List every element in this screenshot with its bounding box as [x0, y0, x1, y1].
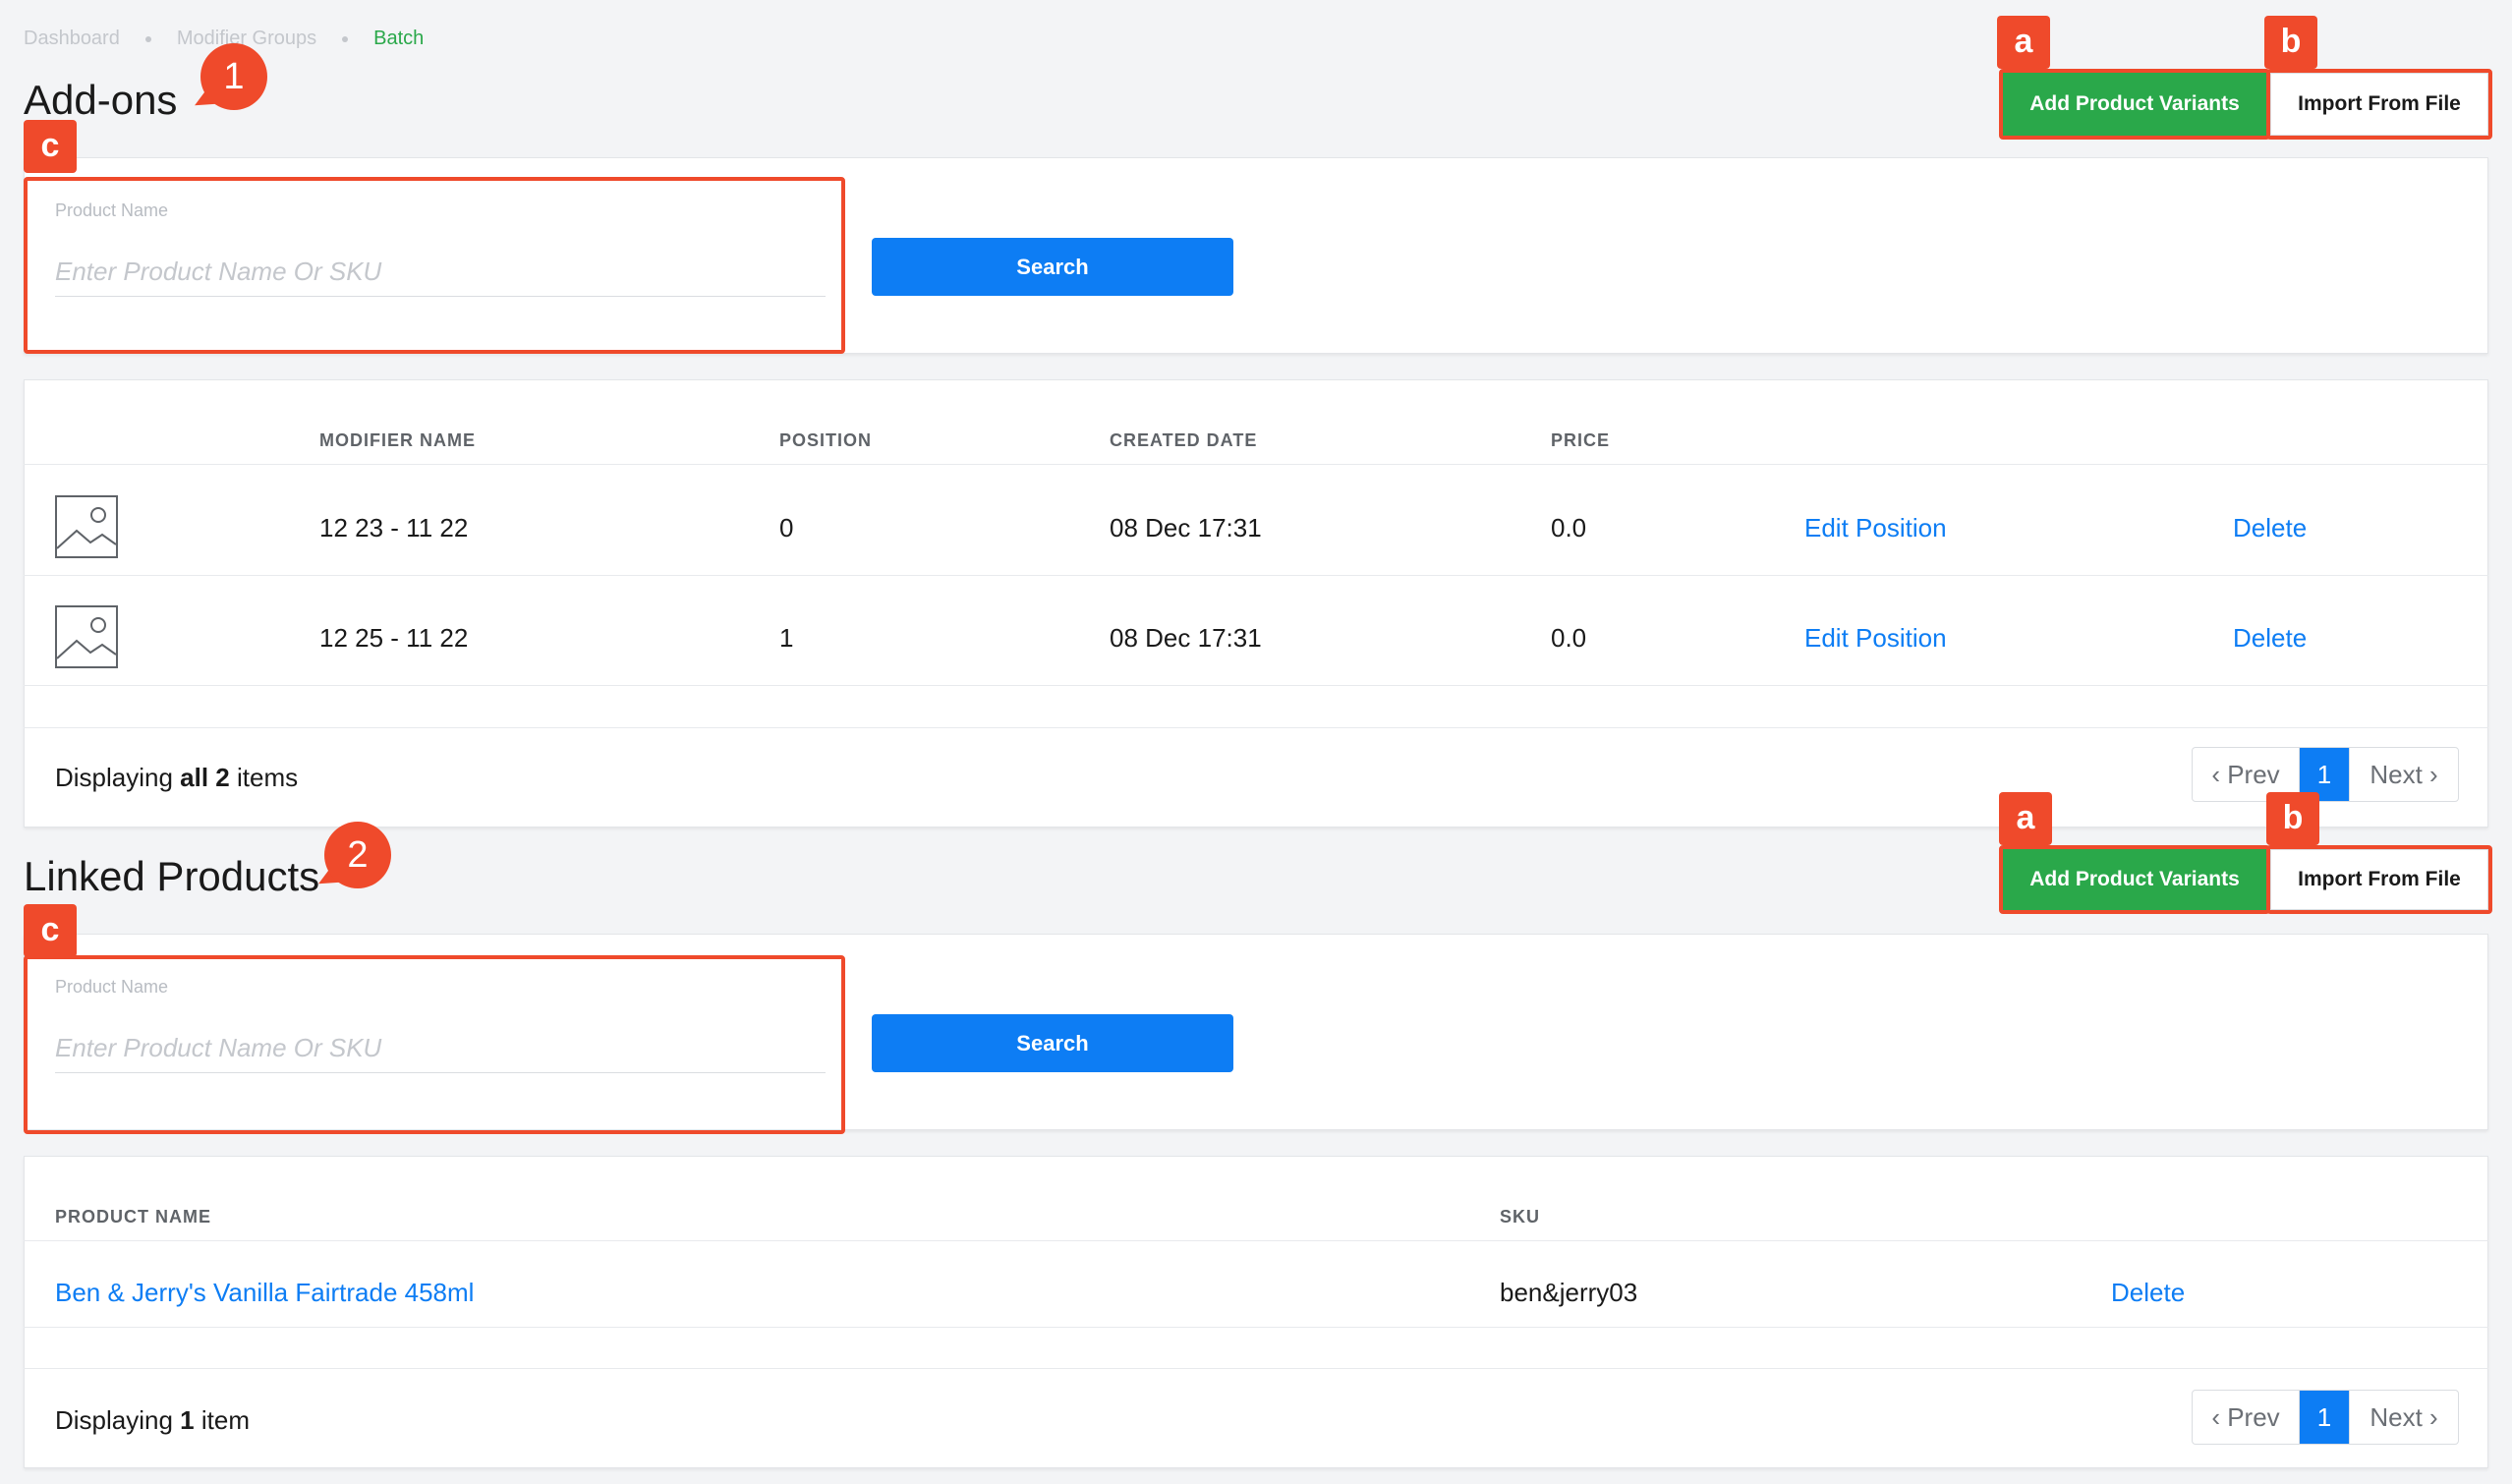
next-page-button[interactable]: Next › [2349, 748, 2458, 801]
modifier-created-date: 08 Dec 17:31 [1110, 513, 1262, 542]
search-button[interactable]: Search [872, 1014, 1233, 1072]
breadcrumb-separator [144, 35, 151, 42]
delete-link[interactable]: Delete [2233, 623, 2307, 654]
image-placeholder-icon [55, 605, 118, 668]
column-header-price: PRICE [1551, 430, 1611, 450]
items-count-text: Displaying 1 item [55, 1405, 250, 1435]
breadcrumb-separator [342, 35, 349, 42]
addons-title: Add-ons [24, 77, 178, 123]
annotation-marker-c: c [24, 904, 77, 957]
breadcrumb-batch: Batch [373, 28, 425, 50]
modifier-price: 0.0 [1551, 513, 1587, 542]
column-header-created-date: CREATED DATE [1110, 430, 1258, 450]
product-sku: ben&jerry03 [1500, 1278, 1638, 1307]
pagination: ‹ Prev 1 Next › [2192, 747, 2459, 802]
modifier-price: 0.0 [1551, 623, 1587, 653]
modifier-position: 1 [779, 623, 794, 653]
search-button[interactable]: Search [872, 238, 1233, 296]
row-divider [24, 575, 2488, 576]
add-product-variants-button[interactable]: Add Product Variants [2003, 849, 2266, 910]
column-header-position: POSITION [779, 430, 873, 450]
items-count-text: Displaying all 2 items [55, 763, 299, 792]
annotation-bubble-1: 1 [189, 43, 267, 115]
footer-divider [24, 727, 2488, 728]
current-page-button[interactable]: 1 [2300, 1391, 2349, 1444]
header-divider [24, 464, 2488, 465]
modifier-name: 12 23 - 11 22 [319, 513, 469, 542]
product-search-input[interactable] [55, 1024, 826, 1073]
annotation-marker-a: a [1999, 792, 2052, 845]
breadcrumb-dashboard[interactable]: Dashboard [24, 28, 120, 50]
product-name-label: Product Name [55, 200, 169, 220]
modifier-created-date: 08 Dec 17:31 [1110, 623, 1262, 653]
header-divider [24, 1240, 2488, 1241]
delete-link[interactable]: Delete [2111, 1278, 2185, 1308]
add-product-variants-button[interactable]: Add Product Variants [2003, 73, 2266, 136]
import-from-file-button[interactable]: Import From File [2270, 73, 2488, 136]
column-header-product-name: PRODUCT NAME [55, 1207, 211, 1227]
footer-divider [24, 1368, 2488, 1369]
edit-position-link[interactable]: Edit Position [1804, 623, 1947, 654]
modifier-position: 0 [779, 513, 794, 542]
product-name-label: Product Name [55, 977, 169, 997]
delete-link[interactable]: Delete [2233, 513, 2307, 543]
prev-page-button[interactable]: ‹ Prev [2193, 1391, 2300, 1444]
pagination: ‹ Prev 1 Next › [2192, 1390, 2459, 1445]
annotation-marker-a: a [1997, 16, 2050, 69]
linked-products-title: Linked Products [24, 853, 320, 899]
annotation-marker-b: b [2266, 792, 2319, 845]
annotation-bubble-2: 2 [313, 822, 391, 893]
edit-position-link[interactable]: Edit Position [1804, 513, 1947, 543]
product-name-link[interactable]: Ben & Jerry's Vanilla Fairtrade 458ml [55, 1278, 474, 1308]
annotation-marker-c: c [24, 120, 77, 173]
row-divider [24, 1327, 2488, 1328]
product-search-input[interactable] [55, 248, 826, 297]
next-page-button[interactable]: Next › [2349, 1391, 2458, 1444]
linked-products-table-card [24, 1156, 2488, 1468]
row-divider [24, 685, 2488, 686]
column-header-modifier-name: MODIFIER NAME [319, 430, 476, 450]
annotation-marker-b: b [2264, 16, 2317, 69]
import-from-file-button[interactable]: Import From File [2270, 849, 2488, 910]
image-placeholder-icon [55, 495, 118, 558]
column-header-sku: SKU [1500, 1207, 1541, 1227]
modifier-name: 12 25 - 11 22 [319, 623, 469, 653]
